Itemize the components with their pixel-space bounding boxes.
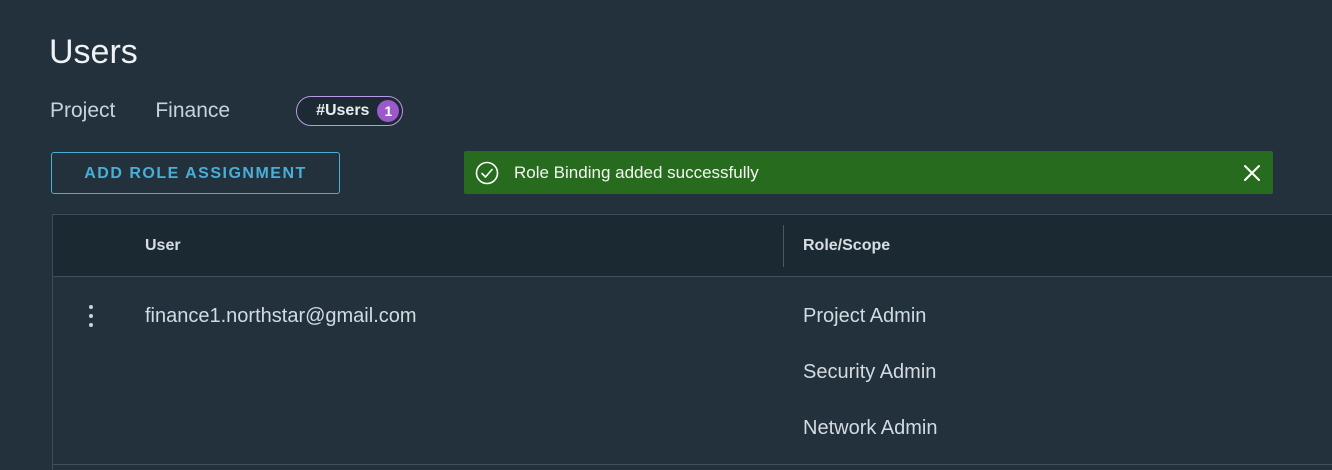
add-role-assignment-button[interactable]: ADD ROLE ASSIGNMENT — [51, 152, 340, 194]
success-alert: Role Binding added successfully — [464, 151, 1273, 194]
datagrid-header: User Role/Scope — [53, 215, 1332, 277]
role-item: Security Admin — [803, 361, 937, 383]
role-scope-list: Project Admin Security Admin Network Adm… — [803, 301, 938, 469]
users-count-badge: #Users 1 — [296, 96, 404, 126]
users-badge-label: #Users — [316, 102, 370, 119]
alert-message: Role Binding added successfully — [514, 162, 759, 182]
project-label: Project — [50, 99, 116, 122]
column-header-user[interactable]: User — [145, 215, 181, 276]
close-icon[interactable] — [1239, 160, 1265, 186]
page-title: Users — [49, 33, 138, 71]
check-circle-icon — [474, 160, 500, 186]
project-meta: Project Finance #Users 1 — [50, 96, 404, 126]
row-actions-menu-icon[interactable] — [77, 301, 105, 331]
users-page: Users Project Finance #Users 1 ADD ROLE … — [0, 0, 1332, 470]
table-row: finance1.northstar@gmail.com Project Adm… — [53, 277, 1332, 467]
column-header-role-scope[interactable]: Role/Scope — [803, 215, 890, 276]
role-item: Project Admin — [803, 305, 927, 327]
column-separator[interactable] — [783, 225, 784, 267]
row-divider — [53, 464, 1332, 465]
project-value: Finance — [155, 99, 231, 122]
user-email-cell: finance1.northstar@gmail.com — [145, 305, 417, 327]
users-badge-count: 1 — [377, 100, 400, 122]
users-datagrid: User Role/Scope finance1.northstar@gmail… — [52, 214, 1332, 470]
role-item: Network Admin — [803, 417, 938, 439]
